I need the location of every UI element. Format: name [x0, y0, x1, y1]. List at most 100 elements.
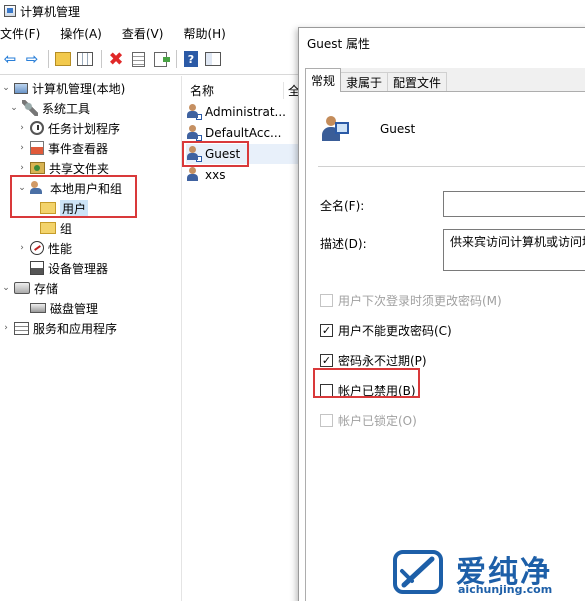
divider: [318, 166, 585, 167]
toolbar-separator: [176, 50, 177, 68]
toolbar-separator: [48, 50, 49, 68]
list-item[interactable]: DefaultAcc...: [186, 123, 298, 143]
tree-label: 存储: [34, 281, 59, 296]
tree-node-groups[interactable]: 组: [38, 218, 72, 238]
chevron-right-icon[interactable]: ›: [0, 323, 12, 333]
tab-panel-general: Guest 全名(F): 描述(D): 供来宾访问计算机或访问域 用户下次登录时…: [305, 91, 585, 601]
mmc-icon[interactable]: [203, 49, 223, 69]
checkbox-account-locked[interactable]: 帐户已锁定(O): [320, 412, 417, 428]
services-icon: [14, 321, 29, 335]
help-icon[interactable]: ?: [181, 49, 201, 69]
fullname-input[interactable]: [443, 191, 585, 217]
device-manager-icon: [30, 261, 44, 275]
list-item[interactable]: Administrat...: [186, 102, 298, 122]
window-titlebar: 计算机管理: [0, 0, 585, 22]
checkbox-cannot-change-password[interactable]: ✓ 用户不能更改密码(C): [320, 322, 452, 338]
dialog-title: Guest 属性: [307, 37, 371, 51]
list-item-label: xxs: [205, 168, 226, 182]
folder-icon: [40, 222, 56, 234]
event-viewer-icon: [30, 141, 44, 155]
disk-icon: [30, 303, 46, 313]
window-title: 计算机管理: [20, 4, 81, 19]
menubar: 文件(F) 操作(A) 查看(V) 帮助(H): [0, 22, 246, 44]
tab-general[interactable]: 常规: [305, 68, 342, 92]
highlight-box-account-disabled: [313, 368, 420, 398]
chevron-right-icon[interactable]: ›: [16, 243, 28, 253]
tree-node-computer-management[interactable]: ⌄ 计算机管理(本地): [0, 78, 125, 98]
performance-icon: [30, 241, 44, 255]
checkmark-icon[interactable]: ✓: [320, 353, 333, 367]
console-tree: ⌄ 计算机管理(本地) ⌄ 系统工具 › 任务计划程序 › 事件查看器 › 共享…: [0, 76, 180, 601]
checkbox-label: 帐户已锁定(O): [338, 413, 417, 428]
checkbox-must-change-password[interactable]: 用户下次登录时须更改密码(M): [320, 292, 502, 308]
properties-icon[interactable]: [128, 49, 148, 69]
tree-label: 任务计划程序: [48, 121, 121, 136]
export-list-icon[interactable]: [150, 49, 170, 69]
checkbox[interactable]: [320, 413, 333, 427]
list-item-label: Administrat...: [205, 105, 286, 119]
checkbox-password-never-expires[interactable]: ✓ 密码永不过期(P): [320, 352, 427, 368]
tree-label: 服务和应用程序: [33, 321, 118, 336]
tree-label: 组: [60, 221, 73, 236]
tab-member-of[interactable]: 隶属于: [340, 72, 389, 92]
checkmark-icon[interactable]: ✓: [320, 323, 333, 337]
tree-node-system-tools[interactable]: ⌄ 系统工具: [8, 98, 90, 118]
menu-help[interactable]: 帮助(H): [183, 25, 231, 42]
tree-node-services-apps[interactable]: › 服务和应用程序: [0, 318, 117, 338]
tree-node-disk-management[interactable]: 磁盘管理: [28, 298, 98, 318]
shared-folder-icon: [30, 162, 45, 174]
chevron-down-icon[interactable]: ⌄: [8, 103, 20, 113]
forward-icon[interactable]: ⇨: [22, 49, 42, 69]
tree-label: 性能: [48, 241, 73, 256]
tree-label: 磁盘管理: [50, 301, 99, 316]
list-header: 名称 全: [182, 80, 300, 100]
highlight-box-local-users: [10, 175, 137, 218]
fullname-label: 全名(F):: [320, 199, 365, 213]
user-icon: [186, 104, 202, 120]
user-name: Guest: [380, 122, 416, 136]
watermark-url: aichunjing.com: [458, 583, 553, 596]
tree-node-performance[interactable]: › 性能: [16, 238, 72, 258]
tree-label: 设备管理器: [48, 261, 109, 276]
user-icon: [186, 125, 202, 141]
tree-label: 事件查看器: [48, 141, 109, 156]
checkbox[interactable]: [320, 293, 333, 307]
checkbox-label: 密码永不过期(P): [338, 353, 427, 368]
list-item-label: DefaultAcc...: [205, 126, 282, 140]
tree-label: 计算机管理(本地): [32, 81, 126, 96]
task-scheduler-icon: [30, 121, 44, 135]
description-input[interactable]: 供来宾访问计算机或访问域: [443, 229, 585, 271]
chevron-right-icon[interactable]: ›: [16, 143, 28, 153]
tree-node-event-viewer[interactable]: › 事件查看器: [16, 138, 108, 158]
menu-view[interactable]: 查看(V): [122, 25, 170, 42]
checkbox-label: 用户下次登录时须更改密码(M): [338, 293, 502, 308]
tree-node-device-manager[interactable]: 设备管理器: [28, 258, 108, 278]
show-hide-tree-icon[interactable]: [75, 49, 95, 69]
guest-user-icon: [320, 114, 352, 146]
tools-icon: [22, 100, 38, 116]
storage-icon: [14, 282, 30, 294]
chevron-down-icon[interactable]: ⌄: [0, 83, 12, 93]
column-header-name[interactable]: 名称: [182, 81, 284, 99]
tree-label: 共享文件夹: [49, 161, 110, 176]
chevron-down-icon[interactable]: ⌄: [0, 283, 12, 293]
user-icon: [186, 167, 202, 183]
computer-icon: [14, 82, 28, 94]
up-icon[interactable]: [53, 49, 73, 69]
brand-logo-icon: [393, 550, 443, 594]
menu-file[interactable]: 文件(F): [0, 25, 46, 42]
toolbar-divider: [0, 74, 300, 75]
tree-node-storage[interactable]: ⌄ 存储: [0, 278, 58, 298]
list-item[interactable]: xxs: [186, 165, 298, 185]
highlight-box-guest: [182, 141, 249, 167]
tab-profile[interactable]: 配置文件: [387, 72, 448, 92]
watermark: 爱纯净 aichunjing.com: [388, 543, 585, 601]
chevron-right-icon[interactable]: ›: [16, 163, 28, 173]
menu-action[interactable]: 操作(A): [60, 25, 108, 42]
tree-node-task-scheduler[interactable]: › 任务计划程序: [16, 118, 120, 138]
chevron-right-icon[interactable]: ›: [16, 123, 28, 133]
delete-icon[interactable]: ✖: [106, 49, 126, 70]
back-icon[interactable]: ⇦: [0, 49, 20, 69]
computer-management-icon: [4, 5, 16, 17]
checkbox-label: 用户不能更改密码(C): [338, 323, 452, 338]
